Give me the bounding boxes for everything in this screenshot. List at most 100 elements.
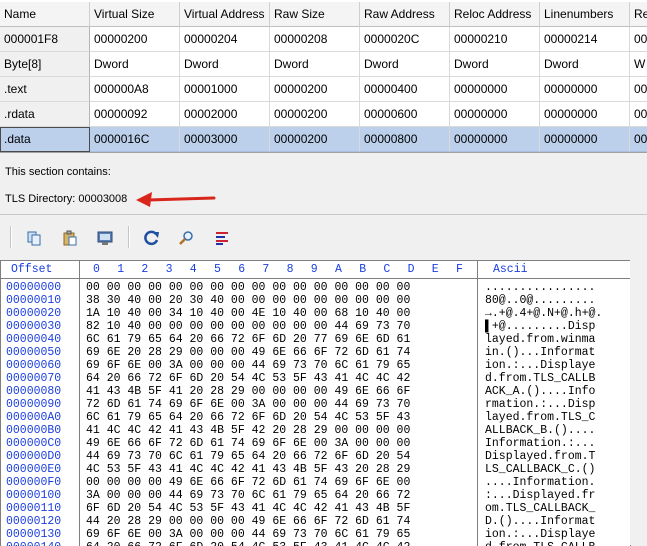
hex-ascii[interactable]: d.from.TLS_CALLB bbox=[485, 372, 595, 385]
table-cell[interactable]: Dword bbox=[540, 52, 630, 77]
column-header[interactable]: Re bbox=[630, 2, 647, 27]
hex-ascii[interactable]: rmation.:...Disp bbox=[485, 398, 595, 411]
column-header[interactable]: Virtual Size bbox=[90, 2, 180, 27]
hex-ascii[interactable]: layed.from.winma bbox=[485, 333, 595, 346]
hex-bytes[interactable]: 6C 61 79 65 64 20 66 72 6F 6D 20 54 4C 5… bbox=[86, 411, 410, 424]
section-headers-table[interactable]: Name Virtual Size Virtual Address Raw Size R… bbox=[0, 0, 647, 153]
hex-bytes[interactable]: 44 69 73 70 6C 61 79 65 64 20 66 72 6F 6… bbox=[86, 450, 410, 463]
table-cell[interactable]: 000000A8 bbox=[90, 77, 180, 102]
hex-ascii[interactable]: :...Displayed.fr bbox=[485, 489, 595, 502]
table-cell[interactable]: 00000400 bbox=[360, 77, 450, 102]
table-cell[interactable]: 0000020C bbox=[360, 27, 450, 52]
hex-ascii[interactable]: om.TLS_CALLBACK_ bbox=[485, 502, 595, 515]
hex-ascii[interactable]: in.()...Informat bbox=[485, 346, 595, 359]
hex-viewer[interactable]: Offset Ascii 0123456789ABCDEF 00000000 00… bbox=[0, 260, 631, 546]
hex-ascii[interactable]: ion.:...Displaye bbox=[485, 359, 595, 372]
table-cell[interactable]: 00000000 bbox=[540, 102, 630, 127]
hex-ascii[interactable]: ................ bbox=[485, 281, 595, 294]
table-cell[interactable]: 00000204 bbox=[180, 27, 270, 52]
table-cell[interactable]: 00000000 bbox=[450, 77, 540, 102]
hex-bytes[interactable]: 6C 61 79 65 64 20 66 72 6F 6D 20 77 69 6… bbox=[86, 333, 410, 346]
table-cell[interactable]: 00002000 bbox=[180, 102, 270, 127]
hex-bytes[interactable]: 69 6F 6E 00 3A 00 00 00 44 69 73 70 6C 6… bbox=[86, 528, 410, 541]
dump-icon[interactable] bbox=[94, 226, 118, 250]
table-cell[interactable]: 00000200 bbox=[270, 77, 360, 102]
refresh-icon[interactable] bbox=[140, 226, 164, 250]
table-cell[interactable]: 00000000 bbox=[540, 127, 630, 152]
table-row[interactable]: .text 000000A8 00001000 00000200 00000400 000… bbox=[0, 77, 647, 102]
vertical-scrollbar[interactable] bbox=[630, 260, 647, 545]
hex-bytes[interactable]: 4C 53 5F 43 41 4C 4C 42 41 43 4B 5F 43 2… bbox=[86, 463, 410, 476]
hex-ascii[interactable]: ion.:...Displaye bbox=[485, 528, 595, 541]
table-cell[interactable]: Dword bbox=[450, 52, 540, 77]
table-row[interactable]: .data 0000016C 00003000 00000200 00000800 000… bbox=[0, 127, 647, 152]
table-cell[interactable]: 00000208 bbox=[270, 27, 360, 52]
hex-bytes[interactable]: 44 20 28 29 00 00 00 00 49 6E 66 6F 72 6… bbox=[86, 515, 410, 528]
hex-bytes[interactable]: 72 6D 61 74 69 6F 6E 00 3A 00 00 00 44 6… bbox=[86, 398, 410, 411]
table-cell[interactable]: 00 bbox=[630, 127, 647, 152]
column-header[interactable]: Raw Size bbox=[270, 2, 360, 27]
table-cell[interactable]: Dword bbox=[270, 52, 360, 77]
table-cell[interactable]: Byte[8] bbox=[0, 52, 90, 77]
table-cell[interactable]: 00 bbox=[630, 77, 647, 102]
table-cell[interactable]: 00003000 bbox=[180, 127, 270, 152]
hex-ascii[interactable]: →.+@.4+@.N+@.h+@. bbox=[485, 307, 602, 320]
column-header[interactable]: Virtual Address bbox=[180, 2, 270, 27]
hex-bytes[interactable]: 41 4C 4C 42 41 43 4B 5F 42 20 28 29 00 0… bbox=[86, 424, 410, 437]
table-cell[interactable]: 00 bbox=[630, 102, 647, 127]
table-cell[interactable]: 000001F8 bbox=[0, 27, 90, 52]
hex-bytes[interactable]: 00 00 00 00 00 00 00 00 00 00 00 00 00 0… bbox=[86, 281, 410, 294]
table-cell[interactable]: 0000016C bbox=[90, 127, 180, 152]
column-header[interactable]: Raw Address bbox=[360, 2, 450, 27]
table-row[interactable]: Byte[8] Dword Dword Dword Dword Dword Dword W bbox=[0, 52, 647, 77]
table-cell[interactable]: Dword bbox=[180, 52, 270, 77]
table-cell[interactable]: Dword bbox=[360, 52, 450, 77]
table-cell[interactable]: 00000200 bbox=[270, 127, 360, 152]
hex-ascii[interactable]: ▌+@.........Disp bbox=[485, 320, 595, 333]
table-cell[interactable]: 00000000 bbox=[450, 127, 540, 152]
hex-ascii[interactable]: Information.:... bbox=[485, 437, 595, 450]
hex-ascii[interactable]: D.()....Informat bbox=[485, 515, 595, 528]
hex-ascii[interactable]: LS_CALLBACK_C.() bbox=[485, 463, 595, 476]
search-icon[interactable] bbox=[174, 226, 198, 250]
table-cell[interactable]: 00000000 bbox=[540, 77, 630, 102]
hex-bytes[interactable]: 69 6F 6E 00 3A 00 00 00 44 69 73 70 6C 6… bbox=[86, 359, 410, 372]
table-cell[interactable]: Dword bbox=[90, 52, 180, 77]
hex-bytes[interactable]: 00 00 00 00 49 6E 66 6F 72 6D 61 74 69 6… bbox=[86, 476, 410, 489]
table-cell[interactable]: 00000200 bbox=[90, 27, 180, 52]
hex-bytes[interactable]: 82 10 40 00 00 00 00 00 00 00 00 00 44 6… bbox=[86, 320, 410, 333]
hex-ascii[interactable]: ....Information. bbox=[485, 476, 595, 489]
table-cell[interactable]: 00000214 bbox=[540, 27, 630, 52]
column-header[interactable]: Reloc Address bbox=[450, 2, 540, 27]
hex-ascii[interactable]: Displayed.from.T bbox=[485, 450, 595, 463]
hex-ascii[interactable]: d.from.TLS_CALLB bbox=[485, 541, 595, 546]
hex-ascii[interactable]: layed.from.TLS_C bbox=[485, 411, 595, 424]
table-cell[interactable]: .data bbox=[0, 127, 90, 152]
table-cell[interactable]: 00001000 bbox=[180, 77, 270, 102]
hex-bytes[interactable]: 1A 10 40 00 34 10 40 00 4E 10 40 00 68 1… bbox=[86, 307, 410, 320]
export-icon[interactable] bbox=[210, 226, 234, 250]
hex-bytes[interactable]: 3A 00 00 00 44 69 73 70 6C 61 79 65 64 2… bbox=[86, 489, 410, 502]
hex-bytes[interactable]: 49 6E 66 6F 72 6D 61 74 69 6F 6E 00 3A 0… bbox=[86, 437, 410, 450]
table-header-row[interactable]: Name Virtual Size Virtual Address Raw Size R… bbox=[0, 2, 647, 27]
paste-icon[interactable] bbox=[58, 226, 82, 250]
hex-ascii[interactable]: ALLBACK_B.().... bbox=[485, 424, 595, 437]
copy-icon[interactable] bbox=[22, 226, 46, 250]
table-cell[interactable]: 00 bbox=[630, 27, 647, 52]
column-header[interactable]: Linenumbers bbox=[540, 2, 630, 27]
table-cell[interactable]: W bbox=[630, 52, 647, 77]
table-cell[interactable]: .rdata bbox=[0, 102, 90, 127]
hex-ascii[interactable]: ACK_A.()....Info bbox=[485, 385, 595, 398]
table-cell[interactable]: .text bbox=[0, 77, 90, 102]
column-header[interactable]: Name bbox=[0, 2, 90, 27]
table-cell[interactable]: 00000000 bbox=[450, 102, 540, 127]
table-cell[interactable]: 00000092 bbox=[90, 102, 180, 127]
hex-bytes[interactable]: 38 30 40 00 20 30 40 00 00 00 00 00 00 0… bbox=[86, 294, 410, 307]
hex-bytes[interactable]: 64 20 66 72 6F 6D 20 54 4C 53 5F 43 41 4… bbox=[86, 541, 410, 546]
table-cell[interactable]: 00000600 bbox=[360, 102, 450, 127]
table-cell[interactable]: 00000200 bbox=[270, 102, 360, 127]
hex-bytes[interactable]: 6F 6D 20 54 4C 53 5F 43 41 4C 4C 42 41 4… bbox=[86, 502, 410, 515]
tls-directory-label[interactable]: TLS Directory: 00003008 bbox=[5, 193, 127, 205]
table-row[interactable]: 000001F8 00000200 00000204 00000208 0000020C… bbox=[0, 27, 647, 52]
hex-bytes[interactable]: 69 6E 20 28 29 00 00 00 49 6E 66 6F 72 6… bbox=[86, 346, 410, 359]
